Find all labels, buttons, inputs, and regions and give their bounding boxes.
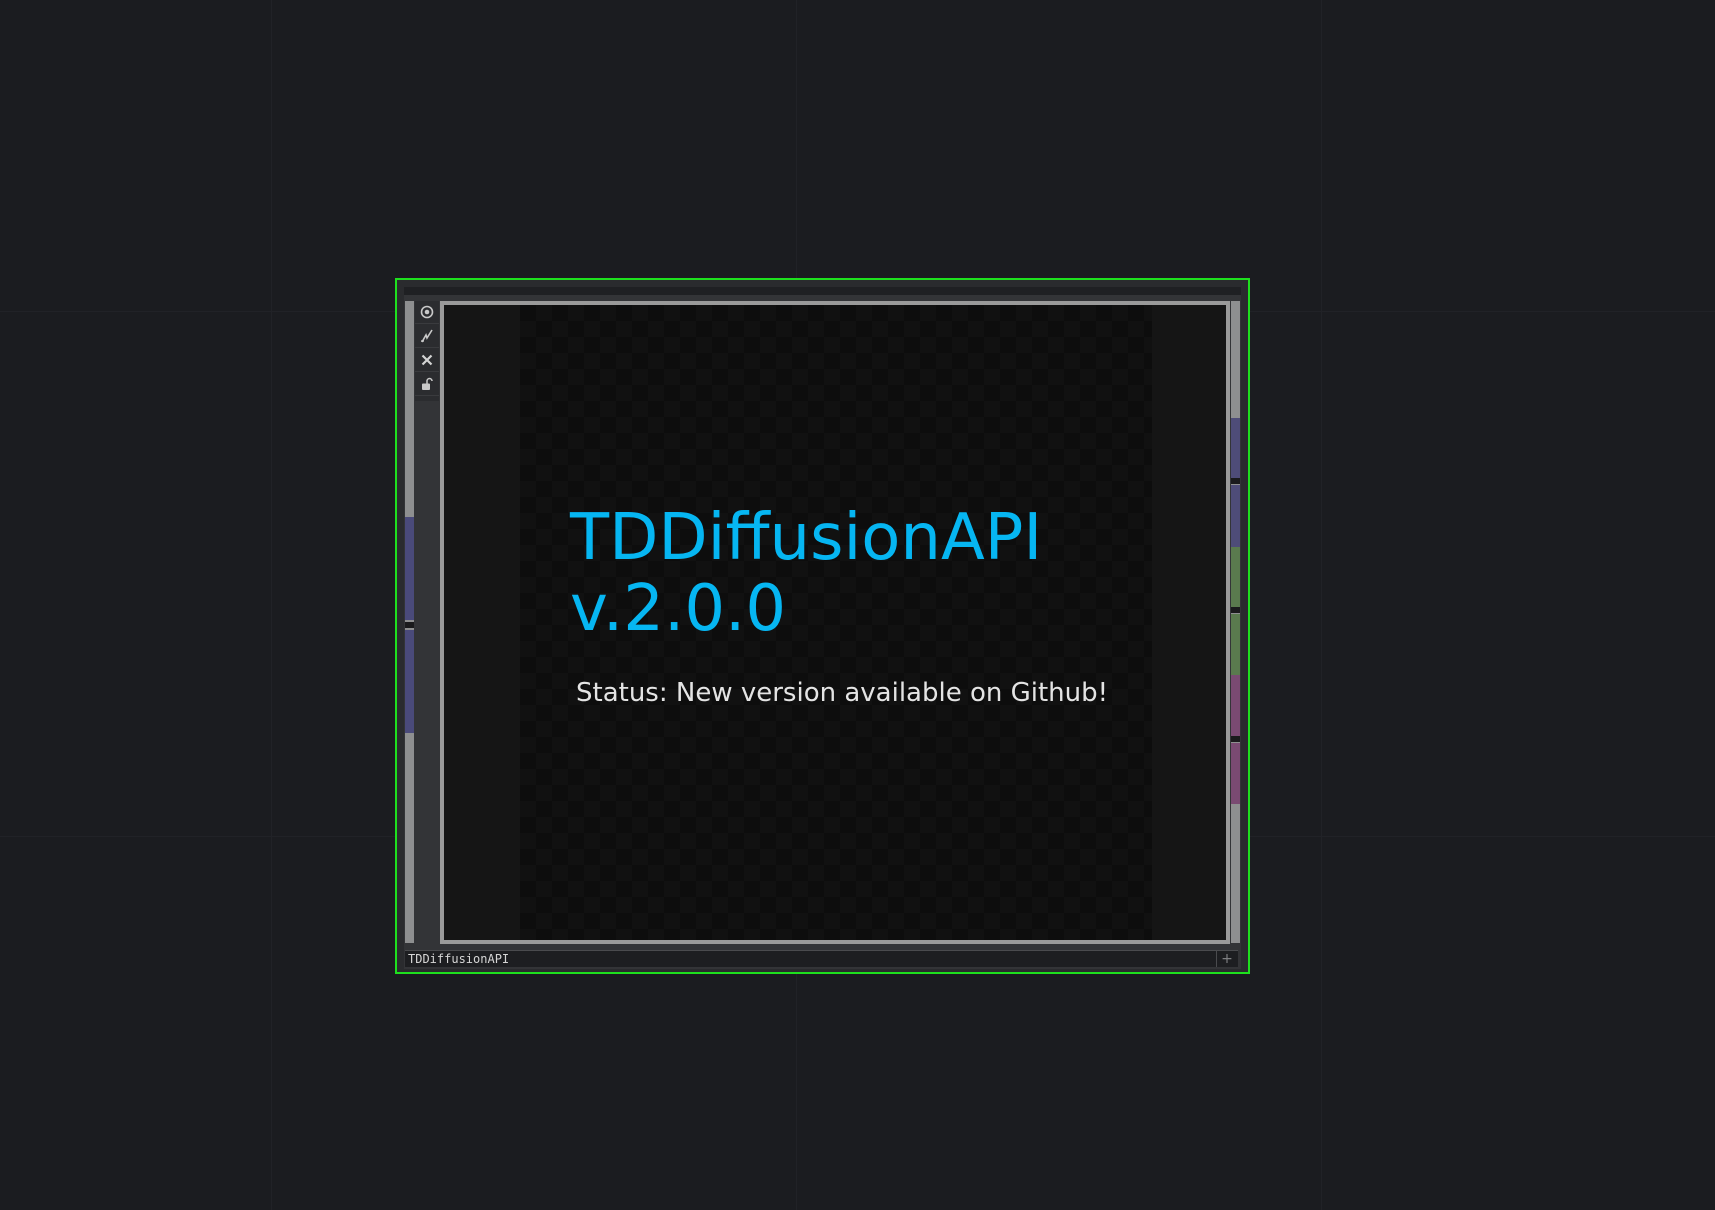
output-connector[interactable] [1231,485,1240,547]
input-connector[interactable] [405,517,414,620]
operator-node[interactable]: TDDiffusionAPI v.2.0.0 Status: New versi… [395,278,1250,974]
add-icon[interactable]: + [1218,951,1236,967]
grid-line [1321,0,1322,1210]
title-line-2: v.2.0.0 [570,572,787,646]
node-viewer[interactable]: TDDiffusionAPI v.2.0.0 Status: New versi… [444,305,1226,940]
connector-separator [1231,607,1240,613]
title-line-1: TDDiffusionAPI [570,501,1043,575]
connector-separator [1231,478,1240,484]
output-connector[interactable] [1231,614,1240,675]
network-editor[interactable]: TDDiffusionAPI v.2.0.0 Status: New versi… [0,0,1715,1210]
node-viewer-frame: TDDiffusionAPI v.2.0.0 Status: New versi… [440,301,1230,944]
node-name-bar: TDDiffusionAPI + [405,950,1238,967]
lock-icon[interactable] [415,373,439,396]
grid-line [271,0,272,1210]
connector-separator [405,622,414,628]
output-connector-strip[interactable] [1231,301,1240,943]
delete-icon[interactable] [415,349,439,372]
input-connector-strip[interactable] [405,301,414,943]
node-body[interactable]: TDDiffusionAPI v.2.0.0 Status: New versi… [404,287,1241,969]
node-top-bar [404,287,1241,295]
output-connector[interactable] [1231,547,1240,607]
output-connector[interactable] [1231,418,1240,478]
input-connector[interactable] [405,630,414,733]
connector-separator [1231,736,1240,742]
viewer-image: TDDiffusionAPI v.2.0.0 Status: New versi… [520,305,1152,940]
node-side-toolbar [415,301,439,401]
viewer-active-icon[interactable] [415,301,439,324]
output-connector[interactable] [1231,743,1240,804]
output-connector[interactable] [1231,675,1240,736]
node-name-field[interactable]: TDDiffusionAPI [405,951,1217,967]
viewer-title: TDDiffusionAPI v.2.0.0 [570,503,1042,645]
bypass-icon[interactable] [415,325,439,348]
status-text: Status: New version available on Github! [576,678,1109,708]
